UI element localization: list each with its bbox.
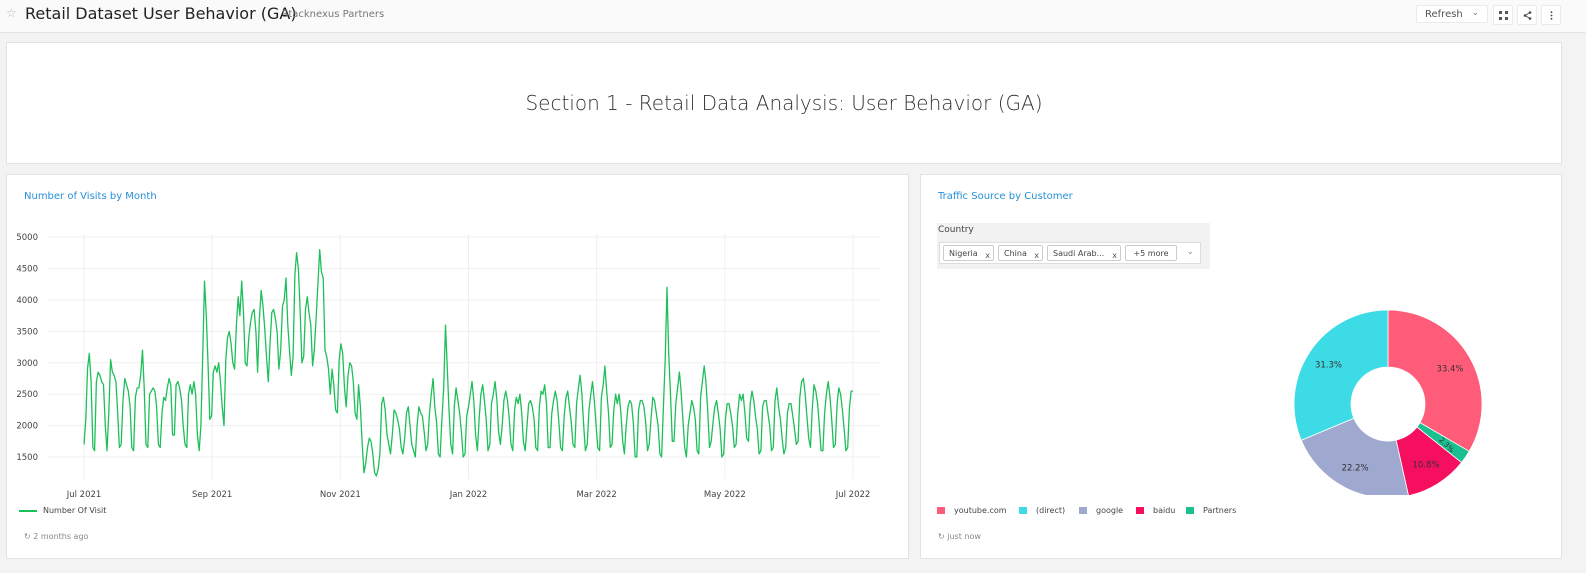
x-tick-label: Sep 2021	[192, 490, 232, 500]
traffic-updated-status: ↻ just now	[938, 532, 981, 541]
y-tick-label: 1500	[16, 453, 38, 463]
y-tick-label: 5000	[16, 233, 38, 243]
fullscreen-icon	[1498, 10, 1508, 20]
traffic-updated-text: just now	[947, 532, 981, 541]
legend-swatch	[1019, 507, 1027, 514]
legend-swatch	[1186, 507, 1194, 514]
y-tick-label: 3500	[16, 327, 38, 337]
legend-swatch	[937, 507, 945, 514]
dashboard-owner: Stacknexus Partners	[282, 9, 385, 20]
x-tick-label: May 2022	[704, 490, 746, 500]
visits-chart-panel: Number of Visits by Month 1500 2000 2500 30…	[6, 174, 909, 559]
refresh-button[interactable]: Refresh ⌄	[1416, 5, 1488, 23]
pie-slice-label: 10.8%	[1412, 461, 1439, 471]
traffic-pie-chart[interactable]: 33.4%2.3%10.8%22.2%31.3%	[921, 175, 1563, 495]
more-button[interactable]	[1541, 5, 1561, 25]
x-tick-label: Jul 2021	[66, 490, 102, 500]
visits-line-chart[interactable]: 1500 2000 2500 3000 3500 4000 4500 5000 Jul 2021…	[7, 175, 910, 505]
legend-item[interactable]: Partners	[1186, 506, 1236, 515]
y-tick-label: 4000	[16, 296, 38, 306]
y-tick-label: 2000	[16, 422, 38, 432]
dashboard-title: Retail Dataset User Behavior (GA)	[25, 4, 297, 23]
legend-item[interactable]: youtube.com	[937, 506, 1007, 515]
pie-slice-label: 22.2%	[1342, 464, 1369, 474]
legend-label: Partners	[1203, 506, 1237, 515]
y-tick-label: 2500	[16, 390, 38, 400]
legend-swatch	[1079, 507, 1087, 514]
legend-item[interactable]: baidu	[1136, 506, 1175, 515]
pie-slice-label: 31.3%	[1315, 360, 1342, 370]
legend-label: baidu	[1153, 506, 1176, 515]
y-tick-label: 4500	[16, 265, 38, 275]
x-tick-label: Jan 2022	[449, 490, 487, 500]
pie-slice-label: 33.4%	[1436, 364, 1463, 374]
section-header-panel: Section 1 - Retail Data Analysis: User B…	[6, 42, 1562, 164]
visits-updated-status: ↻ 2 months ago	[24, 532, 88, 541]
visits-legend-item[interactable]: Number Of Visit	[19, 506, 106, 515]
legend-line-swatch	[19, 509, 37, 512]
fullscreen-button[interactable]	[1493, 5, 1513, 25]
pie-slice[interactable]	[1293, 309, 1389, 441]
legend-label: google	[1096, 506, 1124, 515]
share-button[interactable]	[1517, 5, 1537, 25]
chevron-down-icon: ⌄	[1471, 8, 1479, 18]
x-tick-label: Jul 2022	[835, 490, 871, 500]
refresh-small-icon: ↻	[938, 532, 945, 541]
x-tick-label: Mar 2022	[576, 490, 616, 500]
star-icon[interactable]: ☆	[6, 6, 17, 20]
traffic-chart-panel: Traffic Source by Customer Country Niger…	[920, 174, 1562, 559]
x-tick-label: Nov 2021	[320, 490, 361, 500]
visits-updated-text: 2 months ago	[33, 532, 89, 541]
more-icon	[1550, 10, 1552, 20]
legend-label: (direct)	[1036, 506, 1066, 515]
legend-label: youtube.com	[954, 506, 1007, 515]
refresh-label: Refresh	[1425, 8, 1463, 20]
share-icon	[1523, 10, 1531, 20]
legend-swatch	[1136, 507, 1144, 514]
legend-item[interactable]: (direct)	[1019, 506, 1065, 515]
y-tick-label: 3000	[16, 359, 38, 369]
legend-label: Number Of Visit	[43, 506, 107, 515]
dashboard-header: ☆ Retail Dataset User Behavior (GA) Stac…	[0, 0, 1586, 33]
legend-item[interactable]: google	[1079, 506, 1123, 515]
pie-slice[interactable]	[1387, 309, 1483, 452]
refresh-small-icon: ↻	[24, 532, 31, 541]
section-title: Section 1 - Retail Data Analysis: User B…	[525, 91, 1043, 115]
